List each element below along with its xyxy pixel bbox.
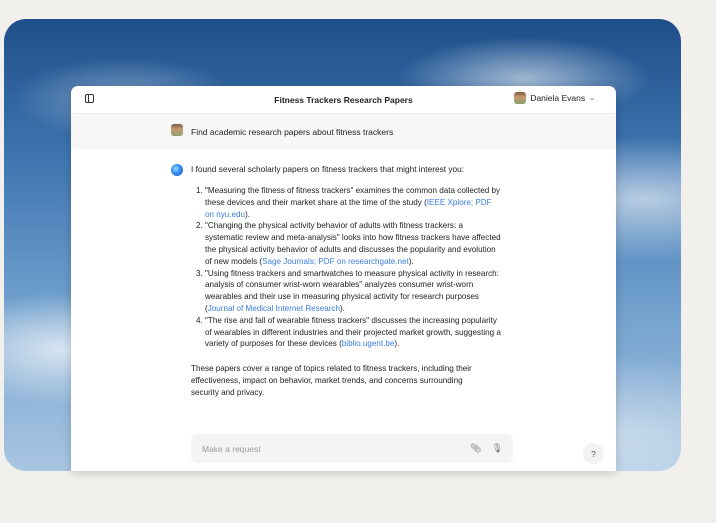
avatar xyxy=(171,124,183,136)
assistant-logo-icon xyxy=(171,164,183,176)
source-link[interactable]: Sage Journals; PDF on researchgate.net xyxy=(262,257,409,266)
request-input[interactable] xyxy=(200,442,471,455)
source-link[interactable]: biblio.ugent.be xyxy=(342,339,395,348)
user-prompt-row: Find academic research papers about fitn… xyxy=(71,114,616,149)
list-item: "The rise and fall of wearable fitness t… xyxy=(205,315,501,350)
list-item: "Measuring the fitness of fitness tracke… xyxy=(205,185,501,220)
source-link[interactable]: Journal of Medical Internet Research xyxy=(208,304,340,313)
window-title: Fitness Trackers Research Papers xyxy=(274,94,413,105)
microphone-icon[interactable]: 🎙︎ xyxy=(492,443,503,454)
chat-window: Fitness Trackers Research Papers Daniela… xyxy=(71,86,616,471)
paper-list: "Measuring the fitness of fitness tracke… xyxy=(191,185,501,350)
list-item: "Using fitness trackers and smartwatches… xyxy=(205,268,501,315)
user-name: Daniela Evans xyxy=(530,93,586,103)
chevron-down-icon: ⌄ xyxy=(589,95,595,102)
paperclip-icon[interactable]: 📎︎ xyxy=(470,443,481,454)
list-item: "Changing the physical activity behavior… xyxy=(205,220,501,267)
response-summary: These papers cover a range of topics rel… xyxy=(191,364,472,397)
sidebar-toggle-icon[interactable] xyxy=(85,94,94,103)
avatar xyxy=(514,92,527,104)
help-button[interactable]: ? xyxy=(583,443,604,464)
assistant-response: I found several scholarly papers on fitn… xyxy=(71,149,616,399)
user-prompt-text: Find academic research papers about fitn… xyxy=(191,126,394,137)
request-input-bar: 📎︎ 🎙︎ xyxy=(191,434,513,463)
response-intro: I found several scholarly papers on fitn… xyxy=(191,164,465,174)
title-bar: Fitness Trackers Research Papers Daniela… xyxy=(71,86,616,114)
user-menu[interactable]: Daniela Evans ⌄ xyxy=(514,92,595,104)
